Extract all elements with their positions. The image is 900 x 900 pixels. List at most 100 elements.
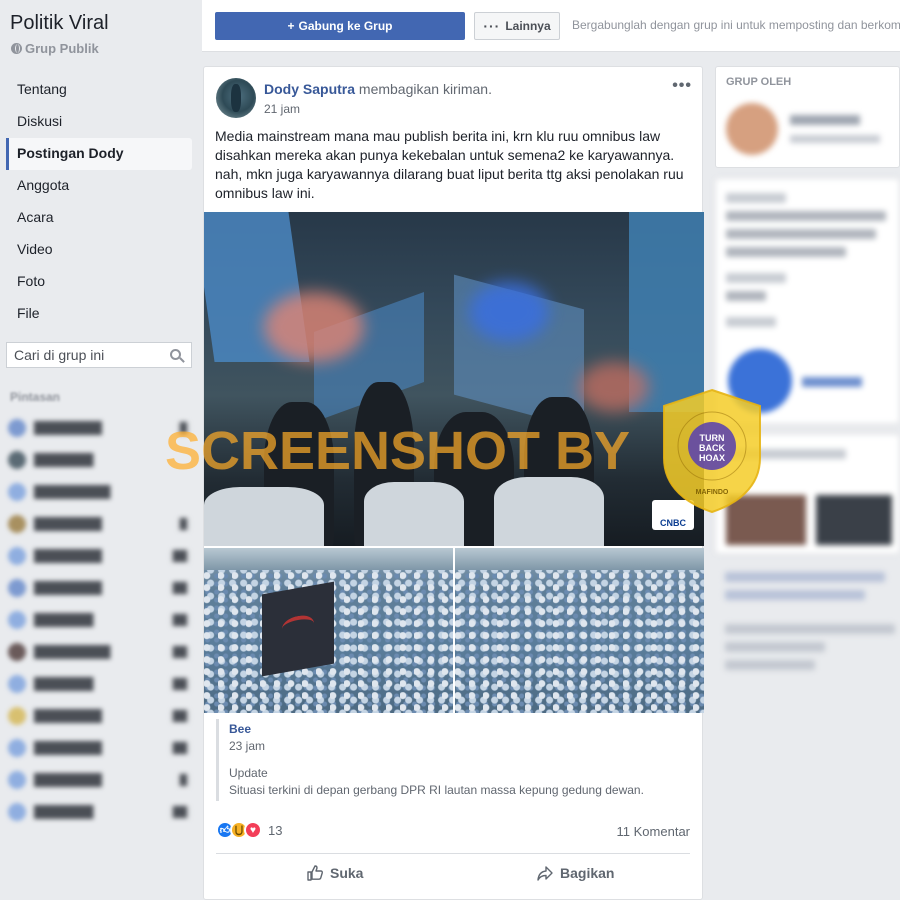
badge-bottom-text: MAFINDO	[696, 489, 729, 496]
shared-description: Situasi terkini di depan gerbang DPR RI …	[229, 783, 644, 797]
share-button[interactable]: Bagikan	[536, 864, 614, 882]
search-icon[interactable]	[170, 349, 181, 360]
nav-item-video[interactable]: Video	[6, 234, 192, 266]
shortcut-count: █	[176, 773, 190, 787]
post-action-text: membagikan kiriman.	[358, 81, 492, 97]
shortcut-label: ███████	[34, 613, 94, 627]
shortcut-item[interactable]: ████████ ██	[8, 572, 190, 604]
shortcut-label: ████████	[34, 517, 103, 531]
shortcut-label: ████████	[34, 421, 103, 435]
shared-author-name[interactable]: Bee	[229, 722, 692, 736]
shortcut-label: █████████	[34, 485, 111, 499]
shared-update-label: Update	[229, 766, 268, 780]
badge-line-2: BACK	[699, 443, 725, 453]
created-by-box: GRUP OLEH	[715, 66, 900, 168]
nav-item-postingan-dody[interactable]: Postingan Dody	[6, 138, 192, 170]
photo-sky	[204, 548, 453, 570]
globe-icon	[11, 43, 22, 54]
shortcut-item[interactable]: █████████	[8, 508, 190, 540]
love-reaction-icon: ♥	[244, 821, 262, 839]
group-nav: Tentang Diskusi Postingan Dody Anggota A…	[6, 74, 192, 330]
shortcut-count: ██	[169, 549, 190, 563]
author-avatar[interactable]	[216, 78, 256, 118]
creator-blurred	[726, 103, 778, 155]
shortcut-label: ████████	[34, 709, 103, 723]
footer-links-box	[715, 564, 900, 614]
shortcut-count: ██	[169, 613, 190, 627]
group-search-input[interactable]: Cari di grup ini	[6, 342, 192, 368]
more-button[interactable]: ··· Lainnya	[474, 12, 560, 40]
share-label: Bagikan	[560, 865, 615, 881]
shortcut-item[interactable]: ████████ ██	[8, 540, 190, 572]
shortcut-icon	[8, 803, 26, 821]
post-text: Media mainstream mana mau publish berita…	[215, 128, 684, 201]
post-photo-crowd-right[interactable]	[455, 548, 704, 713]
nav-item-diskusi[interactable]: Diskusi	[6, 106, 192, 138]
shortcut-icon	[8, 451, 26, 469]
more-label: Lainnya	[505, 19, 551, 33]
group-title[interactable]: Politik Viral	[10, 12, 109, 35]
shortcuts-list: ████████ █ ███████ █████████ ████████ █ ██…	[8, 412, 190, 828]
shortcut-item[interactable]: ███████	[8, 444, 190, 476]
created-by-label: GRUP OLEH	[726, 76, 792, 88]
post-timestamp[interactable]: 21 jam	[264, 102, 300, 116]
post-photo-main[interactable]: CNBC	[204, 212, 704, 546]
shortcut-count: ██	[169, 709, 190, 723]
cnbc-badge-label: CNBC	[660, 518, 686, 528]
mafindo-badge-icon: TURN BACK HOAX MAFINDO	[663, 388, 761, 514]
nav-item-anggota[interactable]: Anggota	[6, 170, 192, 202]
reaction-count: 13	[268, 822, 283, 838]
creator-name-blurred	[790, 115, 860, 125]
shortcut-item[interactable]: █████████	[8, 412, 190, 444]
nav-item-tentang[interactable]: Tentang	[6, 74, 192, 106]
shortcut-count: ██	[169, 581, 190, 595]
badge-line-1: TURN	[700, 433, 725, 443]
like-label: Suka	[330, 865, 364, 881]
shortcut-item[interactable]: █████████ ██	[8, 636, 190, 668]
photo-shirt	[494, 477, 604, 546]
comment-count[interactable]: 11 Komentar	[617, 824, 690, 839]
shortcuts-label: Pintasan	[10, 390, 61, 404]
shortcut-label: ████████	[34, 549, 103, 563]
nav-item-acara[interactable]: Acara	[6, 202, 192, 234]
shared-timestamp[interactable]: 23 jam	[229, 739, 692, 753]
shortcut-item[interactable]: ████████ ██	[8, 732, 190, 764]
group-search-placeholder: Cari di grup ini	[14, 347, 105, 363]
shortcut-label: ████████	[34, 773, 103, 787]
more-dots-icon: ···	[483, 18, 501, 34]
shortcut-count: ██	[169, 677, 190, 691]
shortcut-item[interactable]: █████████	[8, 604, 190, 636]
shortcut-count: ██	[169, 645, 190, 659]
shortcut-label: ████████	[34, 581, 103, 595]
join-group-button[interactable]: + Gabung ke Grup	[215, 12, 465, 40]
post-author-name[interactable]: Dody Saputra	[264, 81, 355, 97]
shortcut-label: ███████	[34, 805, 94, 819]
photo-dark-flag	[262, 581, 334, 677]
right-column: GRUP OLEH	[715, 66, 900, 678]
plus-icon: +	[287, 19, 295, 33]
footer-text-blurred	[715, 624, 900, 670]
photo-smoke	[264, 292, 364, 362]
shortcut-item[interactable]: █████████	[8, 476, 190, 508]
shortcut-label: ███████	[34, 677, 94, 691]
post-photo-crowd-left[interactable]	[204, 548, 453, 713]
shortcut-item[interactable]: █████████	[8, 668, 190, 700]
reaction-summary[interactable]: 👍︎ ⋃ ♥ 13	[216, 821, 282, 839]
shortcut-icon	[8, 419, 26, 437]
group-action-bar: + Gabung ke Grup ··· Lainnya Bergabungla…	[202, 0, 900, 52]
nav-item-foto[interactable]: Foto	[6, 266, 192, 298]
post-options-icon[interactable]: •••	[672, 77, 692, 95]
join-group-label: Gabung ke Grup	[298, 19, 393, 33]
shortcut-item[interactable]: █████████	[8, 796, 190, 828]
shortcut-icon	[8, 579, 26, 597]
shortcut-icon	[8, 643, 26, 661]
screenshot-watermark: SCREENSHOT BY	[165, 421, 631, 481]
like-button[interactable]: Suka	[306, 864, 363, 882]
shortcut-item[interactable]: ████████ ██	[8, 700, 190, 732]
shortcut-icon	[8, 547, 26, 565]
nav-item-file[interactable]: File	[6, 298, 192, 330]
shortcut-item[interactable]: █████████	[8, 764, 190, 796]
join-hint-text: Bergabunglah dengan grup ini untuk mempo…	[572, 18, 900, 32]
shortcut-count: ██	[169, 741, 190, 755]
shortcut-icon	[8, 707, 26, 725]
